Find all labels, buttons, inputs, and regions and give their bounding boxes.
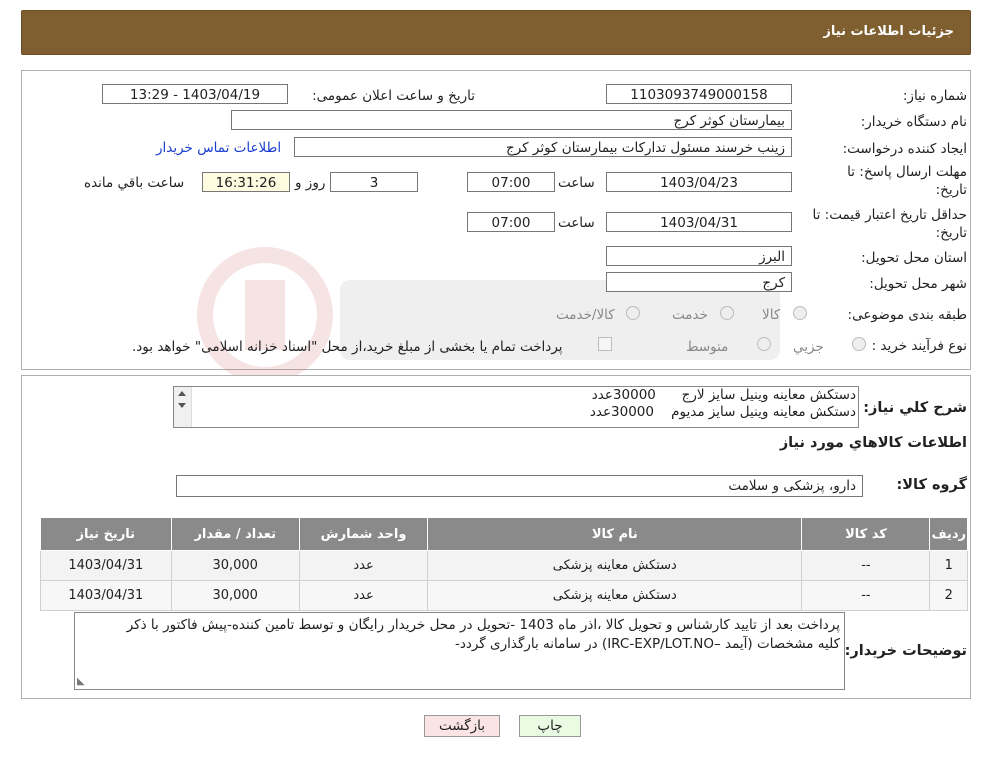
goods-section-title: اطلاعات کالاهاي مورد نیاز	[779, 435, 967, 451]
cell-quantity: 30,000	[170, 580, 300, 611]
summary-line: دستکش معاینه وینیل سایز لارج 30000عدد	[591, 387, 856, 403]
category-label: طبقه بندی موضوعی:	[847, 307, 967, 323]
province-label: استان محل تحویل:	[861, 250, 967, 266]
need-number-field[interactable]: 1103093749000158	[606, 84, 792, 104]
deadline-time-label: ساعت	[558, 175, 595, 191]
buyer-org-label: نام دستگاه خریدار:	[860, 114, 967, 130]
buyer-notes-label: توضیحات خریدار:	[844, 643, 967, 659]
col-goods-code: کد کالا	[801, 517, 931, 551]
purchase-medium-label: متوسط	[686, 339, 729, 355]
scroll-down-icon[interactable]	[178, 403, 186, 408]
buyer-notes-textarea[interactable]: پرداخت بعد از تایید کارشناس و تحویل کالا…	[74, 612, 845, 690]
days-label: روز و	[295, 175, 326, 191]
announce-datetime-field[interactable]: 1403/04/19 - 13:29	[102, 84, 288, 104]
purchase-minor-label: جزیي	[793, 339, 824, 355]
summary-line: دستکش معاینه وینیل سایز مدیوم 30000عدد	[589, 404, 856, 420]
summary-scrollbar[interactable]	[174, 387, 192, 427]
page-title: جزئیات اطلاعات نیاز	[823, 24, 954, 39]
print-button[interactable]: چاپ	[519, 715, 581, 737]
buyer-notes-line: پرداخت بعد از تایید کارشناس و تحویل کالا…	[126, 617, 840, 633]
days-remaining-field: 3	[330, 172, 418, 192]
category-goods-radio[interactable]	[793, 306, 807, 320]
need-number-label: شماره نیاز:	[902, 88, 967, 104]
cell-row-no: 2	[929, 580, 968, 611]
col-need-date: تاریخ نیاز	[40, 517, 172, 551]
goods-group-label: گروه کالا:	[896, 477, 967, 493]
cell-goods-name: دستکش معاینه پزشکی	[427, 580, 803, 611]
deadline-label: مهلت ارسال پاسخ: تا	[847, 164, 967, 180]
payment-note-checkbox[interactable]	[598, 337, 612, 351]
cell-goods-code: --	[801, 580, 931, 611]
back-button[interactable]: بازگشت	[424, 715, 500, 737]
validity-date-field[interactable]: 1403/04/31	[606, 212, 792, 232]
goods-group-field[interactable]: دارو، پزشکی و سلامت	[176, 475, 863, 497]
deadline-time-field[interactable]: 07:00	[467, 172, 555, 192]
resize-handle-icon[interactable]: ◣	[77, 677, 85, 687]
payment-note-text: پرداخت تمام یا بخشی از مبلغ خرید،از محل …	[132, 339, 563, 355]
category-goods-service-label: کالا/خدمت	[556, 307, 615, 323]
city-label: شهر محل تحویل:	[869, 276, 967, 292]
remaining-time-field: 16:31:26	[202, 172, 290, 192]
validity-label: حداقل تاریخ اعتبار قیمت: تا	[812, 207, 967, 223]
cell-goods-name: دستکش معاینه پزشکی	[427, 550, 803, 581]
goods-table: ردیف کد کالا نام کالا واحد شمارش تعداد /…	[40, 517, 968, 611]
province-field[interactable]: البرز	[606, 246, 792, 266]
category-service-radio[interactable]	[720, 306, 734, 320]
cell-goods-code: --	[801, 550, 931, 581]
scroll-up-icon[interactable]	[178, 391, 186, 396]
goods-table-header: ردیف کد کالا نام کالا واحد شمارش تعداد /…	[40, 517, 968, 551]
cell-need-date: 1403/04/31	[40, 550, 172, 581]
cell-row-no: 1	[929, 550, 968, 581]
table-row[interactable]: 2 -- دستکش معاینه پزشکی عدد 30,000 1403/…	[40, 580, 968, 611]
table-row[interactable]: 1 -- دستکش معاینه پزشکی عدد 30,000 1403/…	[40, 550, 968, 581]
summary-label: شرح کلي نیاز:	[863, 400, 967, 416]
cell-need-date: 1403/04/31	[40, 580, 172, 611]
purchase-medium-radio[interactable]	[757, 337, 771, 351]
purchase-type-label: نوع فرآیند خرید :	[871, 338, 967, 354]
deadline-date-field[interactable]: 1403/04/23	[606, 172, 792, 192]
summary-textarea[interactable]: دستکش معاینه وینیل سایز لارج 30000عدد دس…	[173, 386, 859, 428]
deadline-label-date: تاریخ:	[935, 182, 967, 198]
category-service-label: خدمت	[672, 307, 708, 323]
buyer-notes-line: کلیه مشخصات (آیمد –IRC-EXP/LOT.NO) در سا…	[454, 636, 840, 652]
remaining-time-label: ساعت باقي مانده	[84, 175, 185, 191]
validity-time-label: ساعت	[558, 215, 595, 231]
purchase-minor-radio[interactable]	[852, 337, 866, 351]
announce-datetime-label: تاریخ و ساعت اعلان عمومی:	[312, 88, 475, 104]
validity-time-field[interactable]: 07:00	[467, 212, 555, 232]
col-unit: واحد شمارش	[298, 517, 429, 551]
cell-quantity: 30,000	[170, 550, 300, 581]
buyer-contact-link[interactable]: اطلاعات تماس خریدار	[156, 140, 281, 156]
cell-unit: عدد	[298, 550, 429, 581]
category-goods-label: کالا	[762, 307, 781, 323]
validity-label-date: تاریخ:	[935, 225, 967, 241]
creator-field[interactable]: زینب خرسند مسئول تدارکات بیمارستان کوثر …	[294, 137, 792, 157]
city-field[interactable]: کرج	[606, 272, 792, 292]
buyer-org-field[interactable]: بیمارستان کوثر کرج	[231, 110, 792, 130]
creator-label: ایجاد کننده درخواست:	[842, 141, 967, 157]
page-header: جزئیات اطلاعات نیاز	[21, 10, 971, 55]
col-row-no: ردیف	[929, 517, 968, 551]
col-goods-name: نام کالا	[427, 517, 803, 551]
col-quantity: تعداد / مقدار	[170, 517, 300, 551]
category-goods-service-radio[interactable]	[626, 306, 640, 320]
cell-unit: عدد	[298, 580, 429, 611]
